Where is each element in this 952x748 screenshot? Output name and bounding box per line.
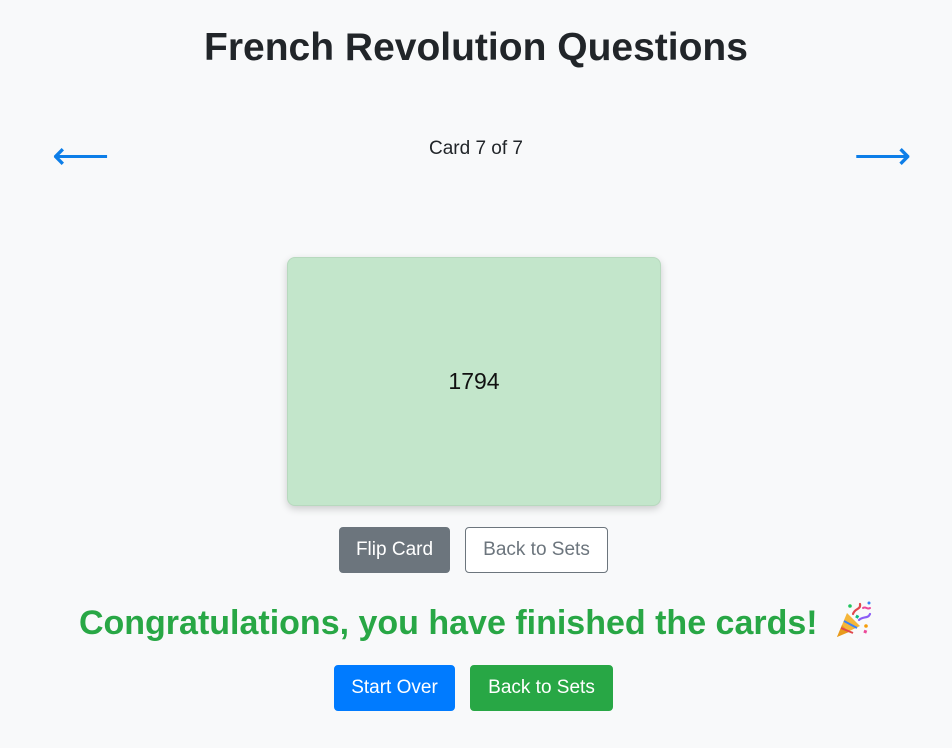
completion-message: Congratulations, you have finished the c… xyxy=(0,600,952,645)
start-over-button[interactable]: Start Over xyxy=(334,665,455,711)
party-popper-icon xyxy=(833,600,873,640)
completion-message-text: Congratulations, you have finished the c… xyxy=(78,604,818,642)
back-to-sets-button[interactable]: Back to Sets xyxy=(470,665,613,711)
arrow-right-icon: ⟶ xyxy=(854,134,912,178)
flip-card-button[interactable]: Flip Card xyxy=(339,527,450,573)
card-counter: Card 7 of 7 xyxy=(429,138,523,159)
back-to-sets-outline-button[interactable]: Back to Sets xyxy=(465,527,608,573)
flashcard-content: 1794 xyxy=(448,368,500,394)
flashcard[interactable]: 1794 xyxy=(287,257,661,506)
page-title: French Revolution Questions xyxy=(204,26,748,69)
flashcard-page: French Revolution Questions ⟵ Card 7 of … xyxy=(0,0,952,748)
next-card-button[interactable]: ⟶ xyxy=(854,134,911,178)
